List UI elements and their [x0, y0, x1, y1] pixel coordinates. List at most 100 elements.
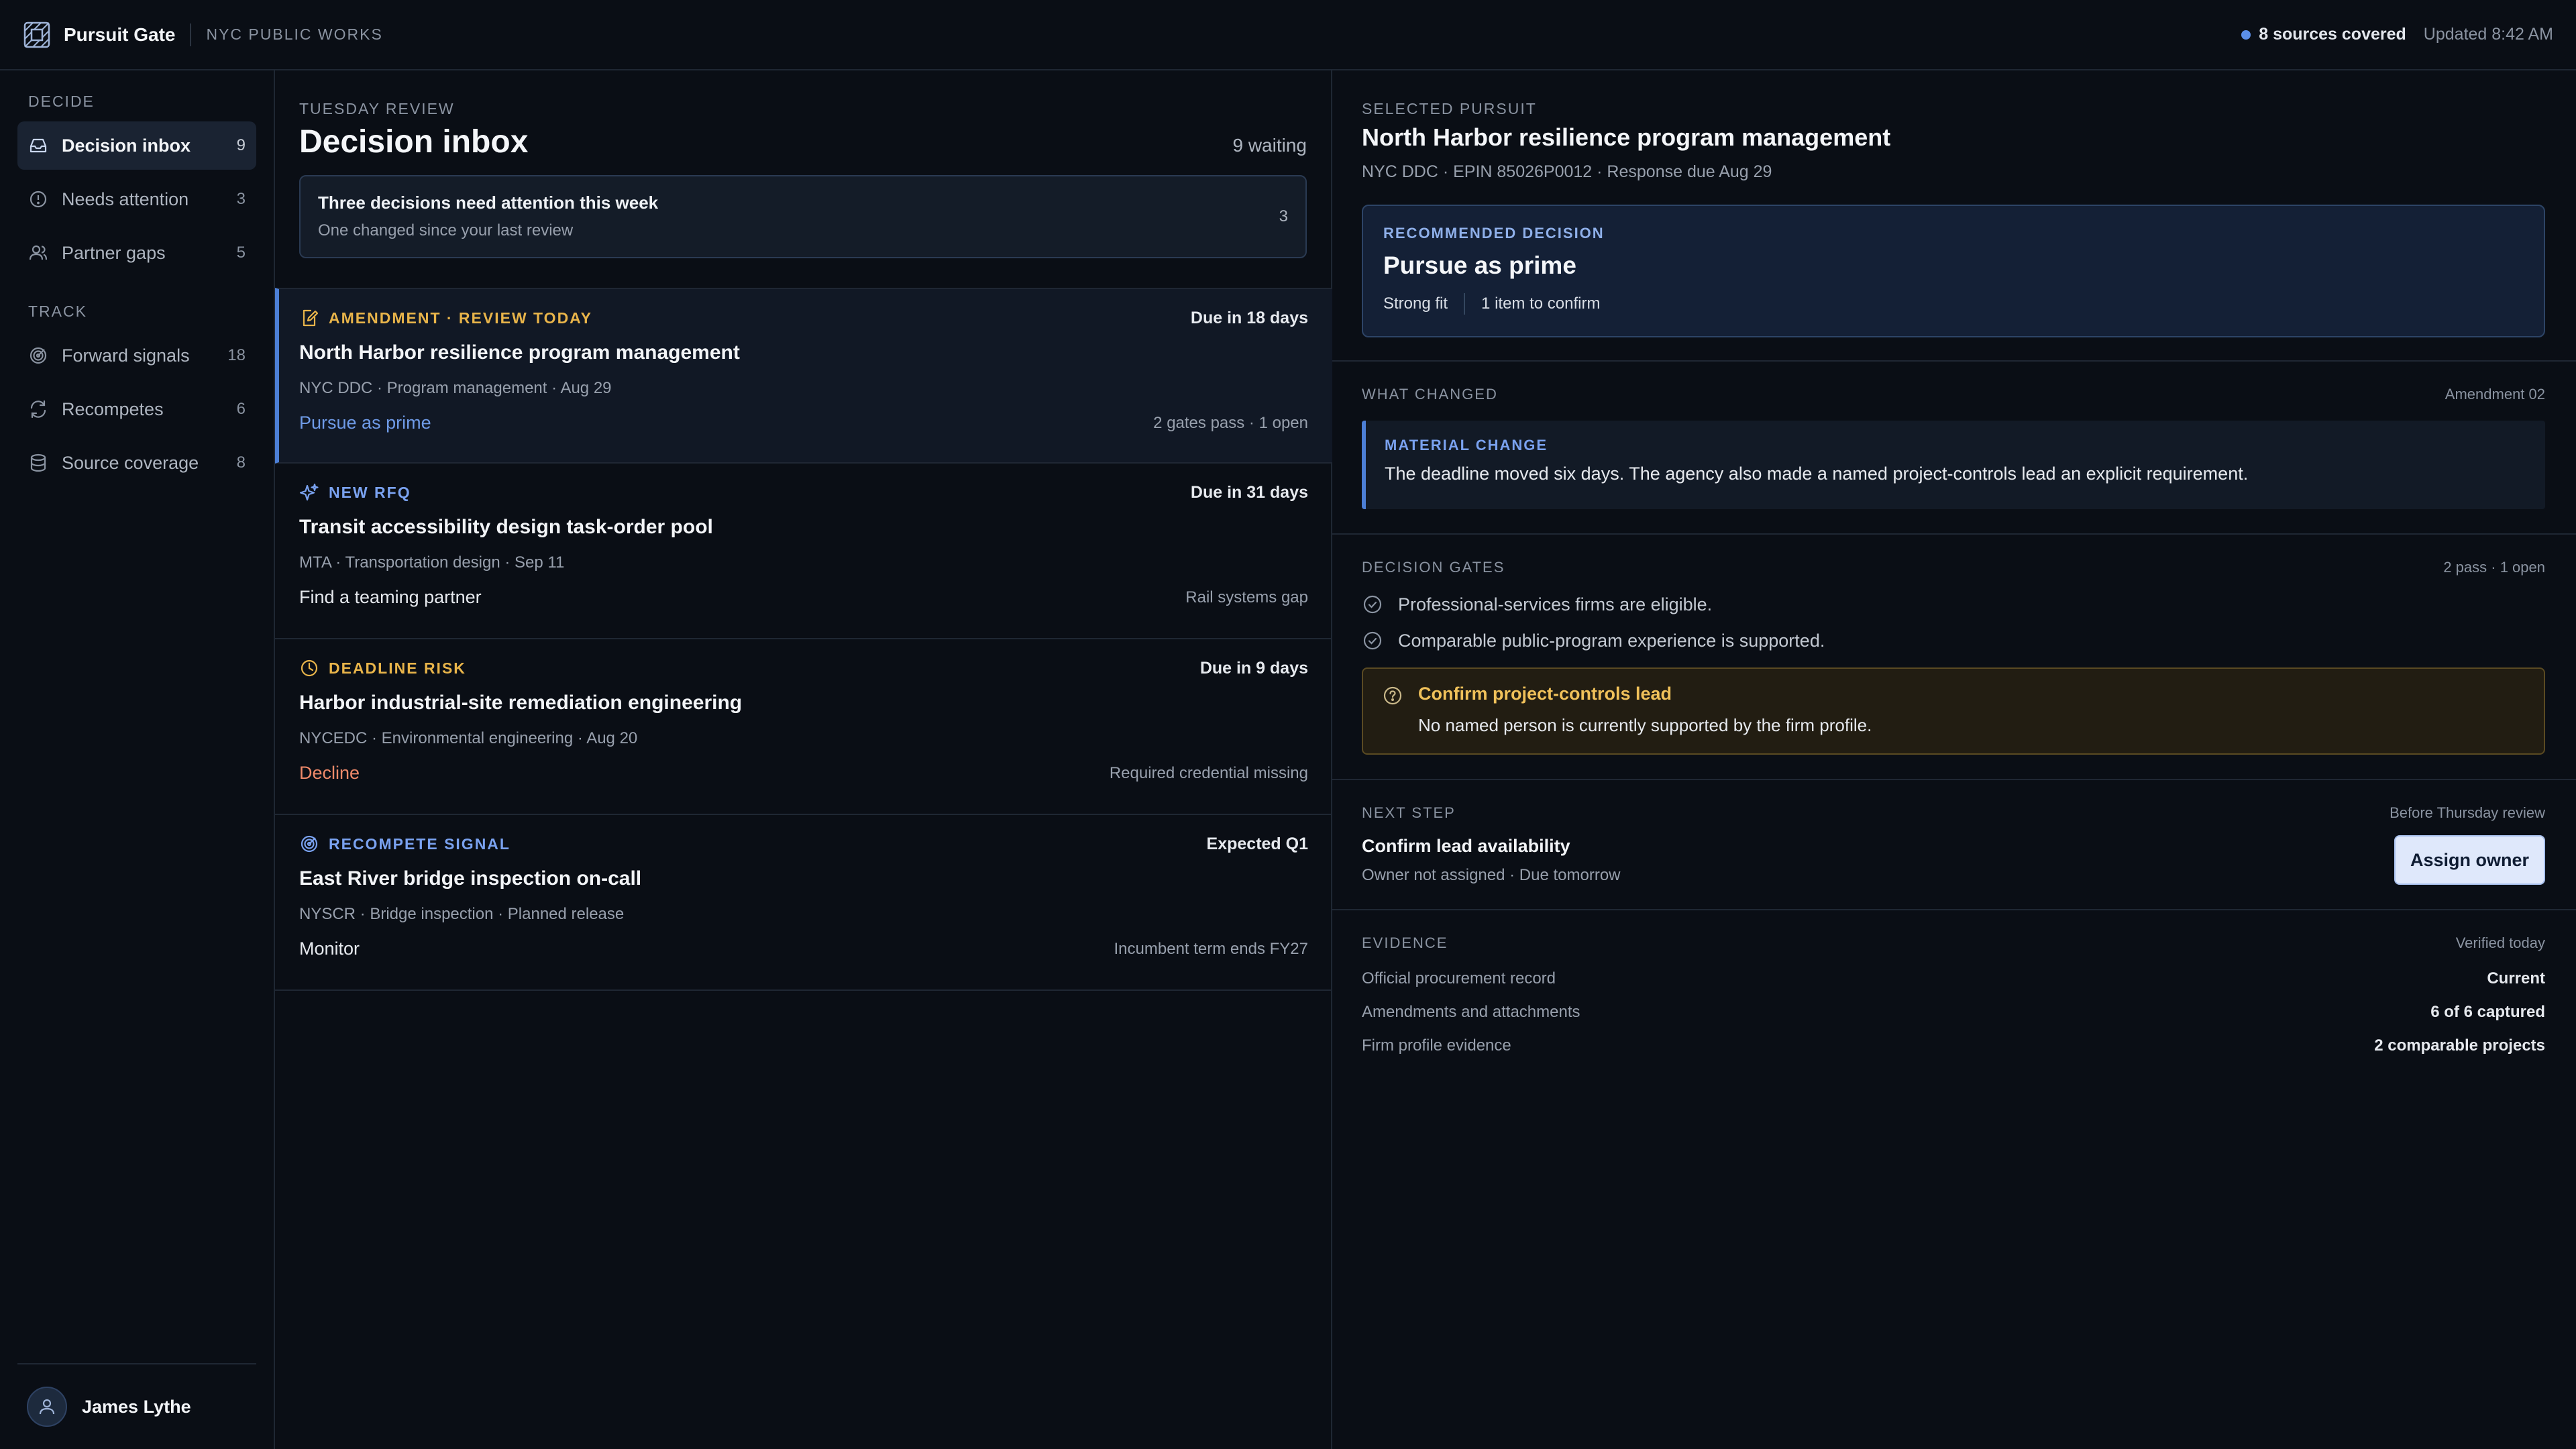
database-icon	[28, 453, 48, 473]
page-title: Decision inbox	[299, 124, 529, 160]
next-step-title: Confirm lead availability	[1362, 835, 1570, 856]
help-circle-icon	[1382, 685, 1403, 706]
attention-banner-title: Three decisions need attention this week	[318, 193, 659, 213]
alert-circle-icon	[28, 189, 48, 209]
amendment-label[interactable]: Amendment 02	[2445, 386, 2545, 403]
sidebar-item-label: Recompetes	[62, 398, 164, 419]
section-label: WHAT CHANGED	[1362, 386, 1498, 402]
evidence-row[interactable]: Amendments and attachments 6 of 6 captur…	[1362, 1003, 2545, 1022]
card-tag: AMENDMENT · REVIEW TODAY	[329, 309, 593, 327]
assign-owner-button[interactable]: Assign owner	[2394, 835, 2545, 885]
sidebar-item-decision-inbox[interactable]: Decision inbox 9	[17, 121, 256, 170]
fit-label: Strong fit	[1383, 294, 1448, 313]
inbox-icon	[28, 136, 48, 156]
gate-text: Professional-services firms are eligible…	[1398, 594, 1713, 614]
open-gate-callout[interactable]: Confirm project-controls lead No named p…	[1362, 667, 2545, 755]
clock-icon	[299, 658, 319, 678]
sidebar-item-count: 5	[236, 244, 246, 262]
sidebar-item-count: 8	[236, 453, 246, 472]
attention-banner-subtitle: One changed since your last review	[318, 221, 574, 239]
card-note: Rail systems gap	[1185, 588, 1308, 606]
sidebar-item-recompetes[interactable]: Recompetes 6	[17, 385, 256, 433]
card-tag: DEADLINE RISK	[329, 659, 466, 677]
what-changed-section: WHAT CHANGED Amendment 02 MATERIAL CHANG…	[1332, 360, 2576, 533]
evidence-row[interactable]: Firm profile evidence 2 comparable proje…	[1362, 1036, 2545, 1055]
sources-covered[interactable]: 8 sources covered	[2259, 25, 2406, 44]
card-action: Monitor	[299, 938, 360, 959]
avatar	[27, 1387, 67, 1427]
card-note: Incumbent term ends FY27	[1114, 939, 1308, 958]
decision-card[interactable]: NEW RFQ Due in 31 days Transit accessibi…	[275, 464, 1332, 639]
evidence-verified: Verified today	[2455, 934, 2545, 951]
decision-inbox-panel: TUESDAY REVIEW Decision inbox 9 waiting …	[275, 70, 1332, 1449]
radar-icon	[28, 345, 48, 366]
material-change-callout: MATERIAL CHANGE The deadline moved six d…	[1362, 421, 2545, 509]
sidebar-item-count: 9	[236, 136, 246, 154]
sidebar-item-label: Partner gaps	[62, 242, 166, 263]
pursuit-detail-panel: SELECTED PURSUIT North Harbor resilience…	[1332, 70, 2576, 1449]
next-step-section: NEXT STEP Before Thursday review Confirm…	[1332, 779, 2576, 909]
updated-time: Updated 8:42 AM	[2423, 25, 2553, 44]
detail-meta: NYC DDC · EPIN 85026P0012 · Response due…	[1362, 162, 1772, 181]
gate-item: Professional-services firms are eligible…	[1362, 594, 2545, 615]
section-label: EVIDENCE	[1362, 934, 1448, 951]
evidence-row[interactable]: Official procurement record Current	[1362, 969, 2545, 988]
sidebar-item-needs-attention[interactable]: Needs attention 3	[17, 175, 256, 223]
card-meta: NYCEDC · Environmental engineering · Aug…	[299, 729, 638, 747]
decision-card[interactable]: AMENDMENT · REVIEW TODAY Due in 18 days …	[275, 288, 1332, 464]
radar-icon	[299, 834, 319, 854]
check-circle-icon	[1362, 594, 1383, 615]
card-due: Due in 9 days	[1199, 658, 1308, 678]
sidebar-item-partner-gaps[interactable]: Partner gaps 5	[17, 229, 256, 277]
card-note: Required credential missing	[1109, 763, 1308, 782]
card-action: Pursue as prime	[299, 413, 431, 433]
card-action: Decline	[299, 763, 360, 783]
sidebar: DECIDE Decision inbox 9 Needs attention …	[0, 70, 275, 1449]
gate-text: Comparable public-program experience is …	[1398, 630, 1825, 651]
decision-card[interactable]: RECOMPETE SIGNAL Expected Q1 East River …	[275, 815, 1332, 991]
card-meta: NYSCR · Bridge inspection · Planned rele…	[299, 905, 625, 923]
evidence-value: Current	[2487, 969, 2545, 987]
edit-document-icon	[299, 308, 319, 328]
sidebar-item-count: 6	[236, 400, 246, 418]
evidence-label: Firm profile evidence	[1362, 1036, 1511, 1055]
evidence-section: EVIDENCE Verified today Official procure…	[1332, 909, 2576, 1055]
material-change-eyebrow: MATERIAL CHANGE	[1385, 437, 1548, 453]
user-menu[interactable]: James Lythe	[17, 1363, 256, 1449]
sidebar-item-forward-signals[interactable]: Forward signals 18	[17, 331, 256, 380]
sidebar-group-track: TRACK	[28, 303, 87, 320]
card-title: North Harbor resilience program manageme…	[299, 341, 740, 364]
sidebar-item-source-coverage[interactable]: Source coverage 8	[17, 439, 256, 487]
next-step-deadline: Before Thursday review	[2390, 804, 2545, 821]
sidebar-item-label: Decision inbox	[62, 135, 191, 156]
decision-list: AMENDMENT · REVIEW TODAY Due in 18 days …	[275, 288, 1332, 991]
sidebar-item-label: Forward signals	[62, 345, 190, 366]
card-tag: RECOMPETE SIGNAL	[329, 835, 511, 853]
gates-summary: 2 pass · 1 open	[2443, 559, 2545, 576]
section-label: NEXT STEP	[1362, 804, 1456, 821]
sidebar-item-count: 3	[236, 190, 246, 208]
attention-banner-count: 3	[1279, 207, 1288, 225]
check-circle-icon	[1362, 630, 1383, 651]
card-meta: MTA · Transportation design · Sep 11	[299, 553, 565, 572]
card-title: Harbor industrial-site remediation engin…	[299, 692, 743, 714]
detail-title: North Harbor resilience program manageme…	[1362, 123, 1891, 151]
next-step-subtitle: Owner not assigned · Due tomorrow	[1362, 865, 1621, 884]
evidence-label: Official procurement record	[1362, 969, 1556, 987]
card-note: 2 gates pass · 1 open	[1153, 413, 1308, 432]
card-title: Transit accessibility design task-order …	[299, 516, 713, 538]
card-due: Due in 18 days	[1190, 308, 1308, 327]
status-dot-icon	[2241, 30, 2251, 40]
decision-card[interactable]: DEADLINE RISK Due in 9 days Harbor indus…	[275, 639, 1332, 815]
evidence-value: 2 comparable projects	[2374, 1036, 2545, 1055]
section-label: DECISION GATES	[1362, 559, 1505, 576]
card-tag: NEW RFQ	[329, 483, 411, 501]
recommendation-title: Pursue as prime	[1383, 252, 1576, 279]
sparkle-icon	[299, 482, 319, 502]
confirm-count[interactable]: 1 item to confirm	[1481, 294, 1600, 313]
user-icon	[39, 1399, 55, 1415]
card-due: Expected Q1	[1206, 834, 1308, 853]
card-due: Due in 31 days	[1190, 482, 1308, 502]
gate-item: Comparable public-program experience is …	[1362, 630, 2545, 651]
attention-banner[interactable]: Three decisions need attention this week…	[299, 175, 1307, 258]
